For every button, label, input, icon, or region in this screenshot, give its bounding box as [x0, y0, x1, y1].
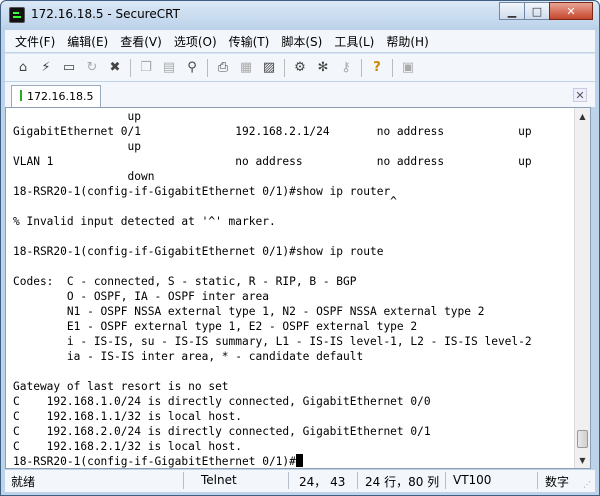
connect-icon[interactable]: ⌂	[13, 58, 33, 78]
toolbar-separator	[284, 58, 285, 77]
terminal-line: GigabitEthernet 0/1 192.168.2.1/24 no ad…	[13, 125, 532, 138]
status-protocol: Telnet	[201, 473, 237, 487]
scroll-down-icon[interactable]: ▼	[575, 452, 590, 468]
toolbar-separator	[130, 58, 131, 77]
toolbar-separator	[207, 58, 208, 77]
connected-status-icon	[20, 90, 22, 101]
minimize-icon: ▁	[507, 4, 517, 18]
terminal-line: i - IS-IS, su - IS-IS summary, L1 - IS-I…	[13, 335, 532, 348]
status-bar: 就绪 Telnet 24， 43 24 行，80 列 VT100 数字 ⋰	[5, 470, 595, 492]
print-icon[interactable]: ⎙	[213, 58, 233, 78]
session-options-icon[interactable]: ⚙	[290, 58, 310, 78]
status-separator	[537, 472, 538, 489]
menu-edit[interactable]: 编辑(E)	[61, 33, 114, 50]
securecrt-app-icon	[9, 7, 25, 23]
status-emulation: VT100	[453, 473, 492, 487]
help-icon[interactable]: ?	[367, 58, 387, 78]
print-selection-icon[interactable]: ▦	[236, 58, 256, 78]
disconnect-icon[interactable]: ✖	[105, 58, 125, 78]
terminal-prompt-line: 18-RSR20-1(config-if-GigabitEthernet 0/1…	[13, 454, 532, 468]
toolbar-separator	[361, 58, 362, 77]
status-terminal-size: 24 行，80 列	[365, 475, 440, 489]
quick-connect-icon[interactable]: ⚡	[36, 58, 56, 78]
terminal-line: C 192.168.1.0/24 is directly connected, …	[13, 395, 431, 408]
paste-icon[interactable]: ▤	[159, 58, 179, 78]
menu-file[interactable]: 文件(F)	[9, 33, 61, 50]
close-icon: ✕	[575, 88, 585, 102]
terminal-line: C 192.168.2.0/24 is directly connected, …	[13, 425, 431, 438]
terminal-line: C 192.168.1.1/32 is local host.	[13, 410, 243, 423]
terminal-line: down	[13, 170, 155, 183]
close-icon: ✕	[566, 4, 576, 18]
printer-icon[interactable]: ▨	[259, 58, 279, 78]
terminal-line: up	[13, 110, 141, 123]
about-icon[interactable]: ▣	[398, 58, 418, 78]
status-ready: 就绪	[11, 475, 36, 489]
window-title: 172.16.18.5 - SecureCRT	[31, 7, 180, 21]
menu-transfer[interactable]: 传输(T)	[223, 33, 276, 50]
menu-bar: 文件(F) 编辑(E) 查看(V) 选项(O) 传输(T) 脚本(S) 工具(L…	[5, 30, 595, 52]
terminal-line: ia - IS-IS inter area, * - candidate def…	[13, 350, 364, 363]
terminal-line: VLAN 1 no address no address up	[13, 155, 532, 168]
global-options-icon[interactable]: ✻	[313, 58, 333, 78]
menu-tools[interactable]: 工具(L)	[328, 33, 380, 50]
maximize-icon: □	[531, 4, 543, 18]
session-tab-bar: 172.16.18.5 ✕	[5, 82, 595, 107]
session-tab-label: 172.16.18.5	[27, 90, 94, 103]
terminal-area[interactable]: up GigabitEthernet 0/1 192.168.2.1/24 no …	[5, 107, 591, 469]
vertical-scrollbar[interactable]: ▲ ▼	[574, 108, 590, 468]
status-separator	[183, 472, 184, 489]
status-numlock: 数字	[545, 475, 570, 489]
terminal-line: ^	[13, 195, 397, 208]
window-controls: ▁ □ ✕	[499, 2, 593, 20]
close-button[interactable]: ✕	[549, 2, 593, 20]
menu-options[interactable]: 选项(O)	[168, 33, 223, 50]
keymap-icon[interactable]: ⚷	[336, 58, 356, 78]
resize-grip-icon[interactable]: ⋰	[583, 480, 593, 490]
scrollbar-thumb[interactable]	[577, 430, 588, 448]
maximize-button[interactable]: □	[524, 2, 550, 20]
reconnect-icon[interactable]: ↻	[82, 58, 102, 78]
menu-help[interactable]: 帮助(H)	[380, 33, 434, 50]
status-separator	[445, 472, 446, 489]
close-tab-button[interactable]: ✕	[573, 88, 587, 102]
terminal-line: Gateway of last resort is no set	[13, 380, 229, 393]
terminal-line: O - OSPF, IA - OSPF inter area	[13, 290, 269, 303]
text-cursor	[295, 454, 303, 467]
status-separator	[357, 472, 358, 489]
terminal-line: E1 - OSPF external type 1, E2 - OSPF ext…	[13, 320, 418, 333]
terminal-line: up	[13, 140, 141, 153]
menu-view[interactable]: 查看(V)	[114, 33, 168, 50]
scroll-up-icon[interactable]: ▲	[575, 108, 590, 124]
status-separator	[288, 472, 289, 489]
minimize-button[interactable]: ▁	[499, 2, 525, 20]
menu-script[interactable]: 脚本(S)	[275, 33, 328, 50]
status-cursor-position: 24， 43	[299, 475, 346, 489]
terminal-line: 18-RSR20-1(config-if-GigabitEthernet 0/1…	[13, 245, 384, 258]
title-bar[interactable]: 172.16.18.5 - SecureCRT ▁ □ ✕	[1, 1, 599, 29]
terminal-line: Codes: C - connected, S - static, R - RI…	[13, 275, 357, 288]
toolbar-separator	[392, 58, 393, 77]
terminal-line: C 192.168.2.1/32 is local host.	[13, 440, 243, 453]
connect-tab-icon[interactable]: ▭	[59, 58, 79, 78]
find-icon[interactable]: ⚲	[182, 58, 202, 78]
terminal-prompt: 18-RSR20-1(config-if-GigabitEthernet 0/1…	[13, 455, 296, 468]
securecrt-window: 172.16.18.5 - SecureCRT ▁ □ ✕ 文件(F) 编辑(E…	[0, 0, 600, 496]
toolbar: ⌂ ⚡ ▭ ↻ ✖ ❐ ▤ ⚲ ⎙ ▦ ▨ ⚙ ✻ ⚷ ? ▣	[5, 53, 595, 81]
terminal-line: % Invalid input detected at '^' marker.	[13, 215, 276, 228]
terminal-line: N1 - OSPF NSSA external type 1, N2 - OSP…	[13, 305, 485, 318]
terminal-output: up GigabitEthernet 0/1 192.168.2.1/24 no …	[13, 109, 532, 468]
copy-icon[interactable]: ❐	[136, 58, 156, 78]
session-tab[interactable]: 172.16.18.5	[11, 85, 101, 107]
